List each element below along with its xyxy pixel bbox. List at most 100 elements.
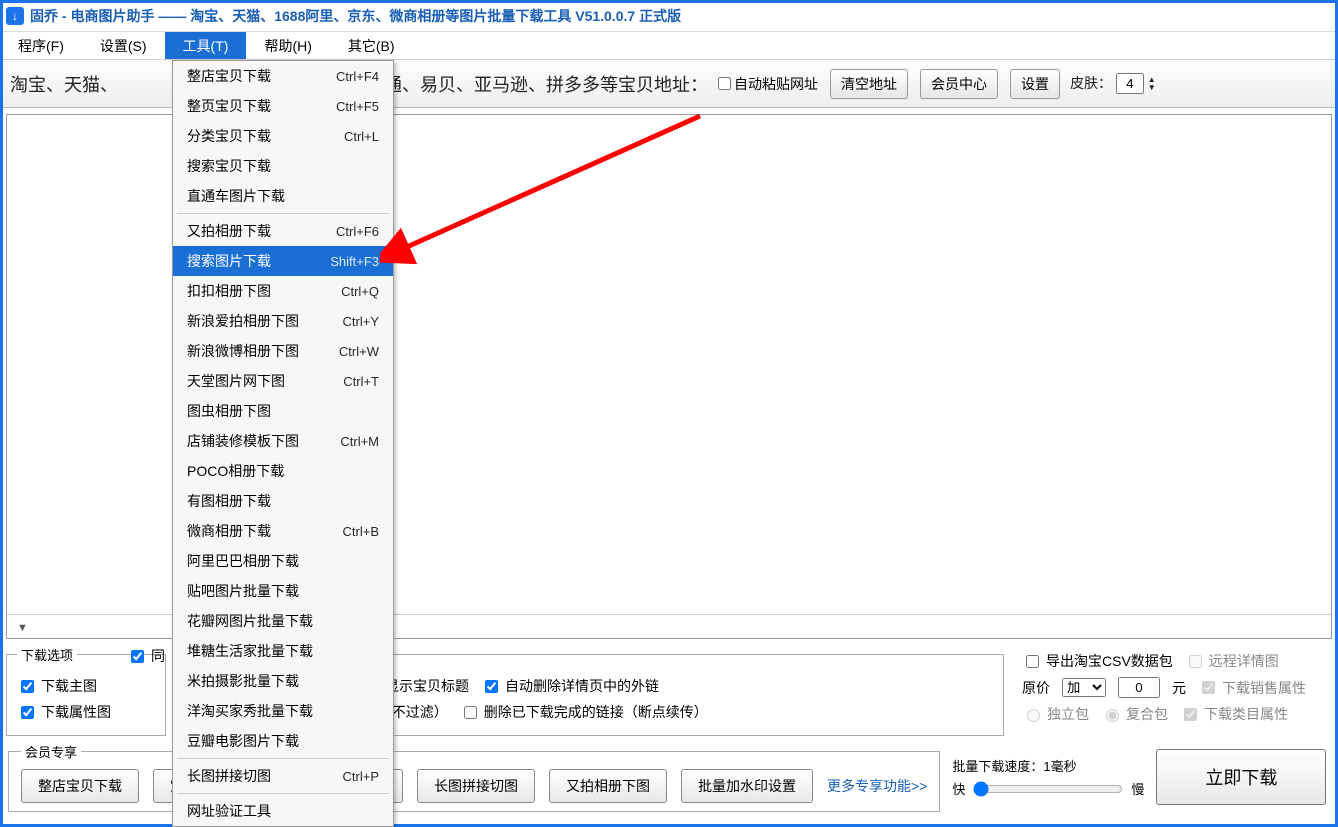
tools-menu-item[interactable]: 分类宝贝下载Ctrl+L (173, 121, 393, 151)
independent-package-label: 独立包 (1047, 704, 1089, 724)
tools-menu-item[interactable]: 花瓣网图片批量下载 (173, 606, 393, 636)
menu-item-label: 堆糖生活家批量下载 (187, 641, 313, 661)
tools-menu-item[interactable]: 新浪微博相册下图 Ctrl+W (173, 336, 393, 366)
remote-detail-checkbox (1189, 655, 1202, 668)
menu-item-shortcut: Ctrl+F4 (336, 69, 379, 84)
menu-item-label: 贴吧图片批量下载 (187, 581, 299, 601)
speed-slider[interactable] (973, 781, 1123, 797)
tools-menu-item[interactable]: 堆糖生活家批量下载 (173, 636, 393, 666)
delete-completed-checkbox[interactable] (464, 706, 477, 719)
tools-menu-item[interactable]: 有图相册下载 (173, 486, 393, 516)
tools-menu-item[interactable]: 米拍摄影批量下载 (173, 666, 393, 696)
tools-menu-item[interactable]: 豆瓣电影图片下载 (173, 726, 393, 756)
menu-item-label: 分类宝贝下载 (187, 126, 271, 146)
download-attr-image-checkbox[interactable] (21, 706, 34, 719)
download-main-image-label: 下载主图 (41, 676, 97, 696)
member-btn-4[interactable]: 又拍相册下图 (549, 769, 667, 803)
menu-help[interactable]: 帮助(H) (246, 32, 329, 59)
menu-item-label: 网址验证工具 (187, 801, 271, 821)
orig-price-op-select[interactable]: 加 (1062, 678, 1106, 697)
tools-menu-item[interactable]: 微商相册下载Ctrl+B (173, 516, 393, 546)
menu-item-shortcut: Ctrl+W (339, 344, 379, 359)
menu-item-label: 豆瓣电影图片下载 (187, 731, 299, 751)
menu-item-shortcut: Shift+F3 (330, 254, 379, 269)
auto-delete-links-checkbox[interactable] (485, 680, 498, 693)
menu-other[interactable]: 其它(B) (330, 32, 413, 59)
menu-item-shortcut: Ctrl+Y (343, 314, 379, 329)
menu-item-label: 米拍摄影批量下载 (187, 671, 299, 691)
menu-item-label: 有图相册下载 (187, 491, 271, 511)
start-download-button[interactable]: 立即下载 (1156, 749, 1326, 805)
menu-item-label: 新浪微博相册下图 (187, 341, 299, 361)
address-prompt-right: 速卖通、易贝、亚马逊、拼多多等宝贝地址： (348, 71, 708, 97)
member-btn-0[interactable]: 整店宝贝下载 (21, 769, 139, 803)
menu-tools[interactable]: 工具(T) (165, 32, 247, 59)
menu-item-label: 直通车图片下载 (187, 186, 285, 206)
export-csv-checkbox[interactable] (1026, 655, 1039, 668)
tools-menu-item[interactable]: 直通车图片下载 (173, 181, 393, 211)
download-category-attr-label: 下载类目属性 (1204, 704, 1288, 724)
tools-menu-item[interactable]: 天堂图片网下图Ctrl+T (173, 366, 393, 396)
tools-menu-item[interactable]: 扣扣相册下图Ctrl+Q (173, 276, 393, 306)
menu-item-label: 长图拼接切图 (187, 766, 271, 786)
speed-slow-label: 慢 (1131, 779, 1144, 798)
download-attr-image-label: 下载属性图 (41, 702, 111, 722)
menu-item-label: 花瓣网图片批量下载 (187, 611, 313, 631)
menu-item-label: 搜索宝贝下载 (187, 156, 271, 176)
tools-menu-item[interactable]: 图虫相册下图 (173, 396, 393, 426)
member-center-button[interactable]: 会员中心 (920, 69, 998, 99)
menu-item-label: 新浪爱拍相册下图 (187, 311, 299, 331)
more-features-link[interactable]: 更多专享功能>> (827, 776, 927, 796)
member-exclusive-panel: 会员专享 整店宝贝下载 宝贝分类下载 整页宝贝下载 长图拼接切图 又拍相册下图 … (8, 742, 940, 812)
download-sale-attr-checkbox (1202, 681, 1215, 694)
export-options-panel: 导出淘宝CSV数据包 远程详情图 原价 加 元 下载销售属性 独立包 复合包 下… (1012, 645, 1332, 736)
member-exclusive-legend: 会员专享 (21, 742, 81, 761)
download-options-panel: 下载选项 同 下载主图 下载属性图 (6, 645, 166, 736)
tools-dropdown-menu: 整店宝贝下载Ctrl+F4整页宝贝下载Ctrl+F5分类宝贝下载Ctrl+L 搜索… (172, 60, 394, 827)
skin-label: 皮肤： (1070, 75, 1112, 91)
app-icon: ↓ (6, 7, 24, 25)
tools-menu-item[interactable]: 整店宝贝下载Ctrl+F4 (173, 61, 393, 91)
composite-package-label: 复合包 (1126, 704, 1168, 724)
menu-item-label: 洋淘买家秀批量下载 (187, 701, 313, 721)
tools-menu-item[interactable]: 贴吧图片批量下载 (173, 576, 393, 606)
menu-item-shortcut: Ctrl+T (343, 374, 379, 389)
menu-item-shortcut: Ctrl+M (340, 434, 379, 449)
same-label: 同 (151, 646, 165, 666)
tools-menu-item[interactable]: 又拍相册下载Ctrl+F6 (173, 216, 393, 246)
dropdown-arrow-icon[interactable]: ▼ (17, 622, 28, 634)
auto-paste-checkbox[interactable] (718, 77, 731, 90)
skin-spinner[interactable]: ▲▼ (1148, 76, 1156, 92)
tools-menu-item[interactable]: 长图拼接切图Ctrl+P (173, 761, 393, 791)
settings-button[interactable]: 设置 (1010, 69, 1060, 99)
menu-item-label: 搜索图片下载 (187, 251, 271, 271)
menu-item-label: 阿里巴巴相册下载 (187, 551, 299, 571)
download-sale-attr-label: 下载销售属性 (1222, 678, 1306, 698)
tools-menu-item[interactable]: 洋淘买家秀批量下载 (173, 696, 393, 726)
tools-menu-item[interactable]: 网址验证工具 (173, 796, 393, 826)
tools-menu-item[interactable]: 搜索图片下载 Shift+F3 (173, 246, 393, 276)
tools-menu-item[interactable]: 新浪爱拍相册下图 Ctrl+Y (173, 306, 393, 336)
clear-address-button[interactable]: 清空地址 (830, 69, 908, 99)
window-title: 固乔 - 电商图片助手 —— 淘宝、天猫、1688阿里、京东、微商相册等图片批量… (30, 6, 681, 26)
tools-menu-item[interactable]: 搜索宝贝下载 (173, 151, 393, 181)
delete-completed-label: 删除已下载完成的链接（断点续传） (484, 702, 708, 722)
menu-settings[interactable]: 设置(S) (82, 32, 165, 59)
same-checkbox[interactable] (131, 650, 144, 663)
menubar: 程序(F) 设置(S) 工具(T) 帮助(H) 其它(B) (0, 32, 1338, 60)
tools-menu-item[interactable]: 整页宝贝下载Ctrl+F5 (173, 91, 393, 121)
tools-menu-item[interactable]: 店铺装修模板下图Ctrl+M (173, 426, 393, 456)
member-btn-3[interactable]: 长图拼接切图 (417, 769, 535, 803)
menu-item-shortcut: Ctrl+F5 (336, 99, 379, 114)
independent-package-radio (1027, 709, 1040, 722)
tools-menu-item[interactable]: POCO相册下载 (173, 456, 393, 486)
menu-program[interactable]: 程序(F) (0, 32, 82, 59)
composite-package-radio (1106, 709, 1119, 722)
tools-menu-item[interactable]: 阿里巴巴相册下载 (173, 546, 393, 576)
speed-panel: 批量下载速度：1毫秒 快 慢 (952, 756, 1144, 799)
skin-value-input[interactable] (1116, 73, 1144, 94)
member-btn-5[interactable]: 批量加水印设置 (681, 769, 813, 803)
titlebar: ↓ 固乔 - 电商图片助手 —— 淘宝、天猫、1688阿里、京东、微商相册等图片… (0, 0, 1338, 32)
download-main-image-checkbox[interactable] (21, 680, 34, 693)
orig-price-value-input[interactable] (1118, 677, 1160, 698)
